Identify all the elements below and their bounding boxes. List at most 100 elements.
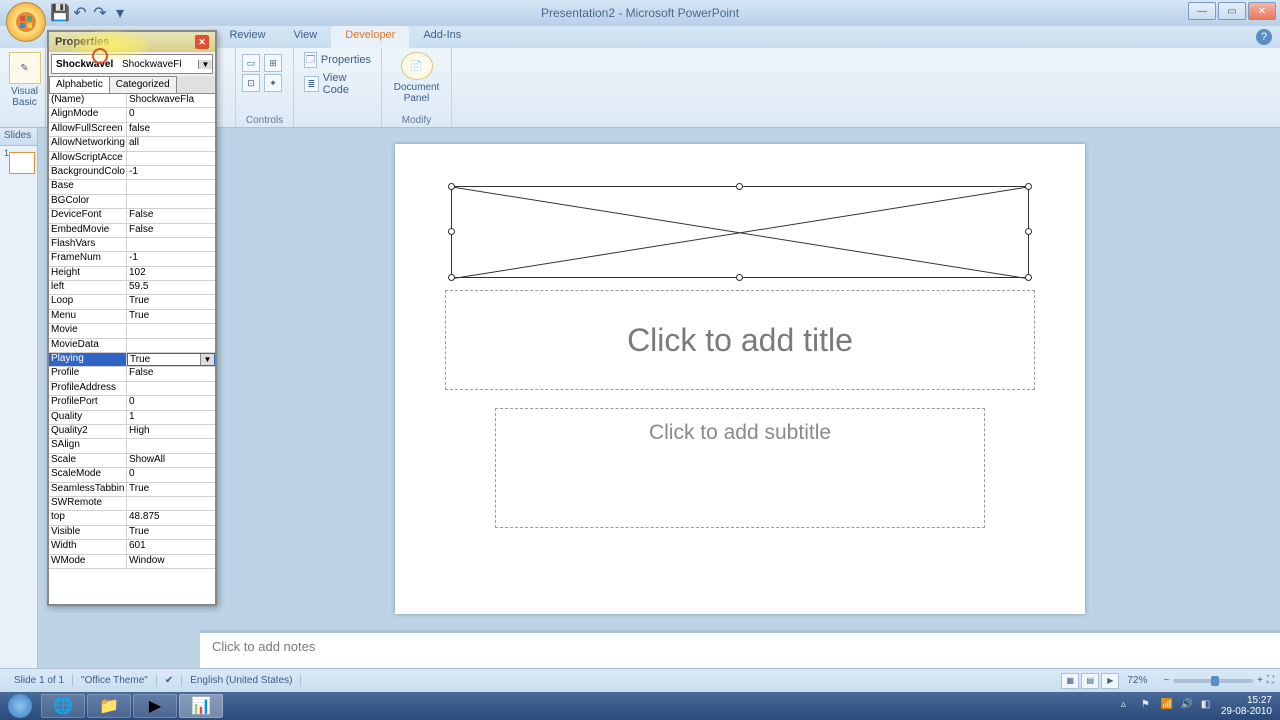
visual-basic-button[interactable]: ✎ Visual Basic <box>10 50 39 110</box>
resize-handle[interactable] <box>448 274 455 281</box>
zoom-out-button[interactable]: − <box>1163 675 1169 686</box>
property-value[interactable]: false <box>127 123 215 136</box>
property-row[interactable]: Width601 <box>49 540 215 554</box>
view-code-button[interactable]: ≣ View Code <box>300 70 375 98</box>
property-value[interactable] <box>127 497 215 510</box>
resize-handle[interactable] <box>736 183 743 190</box>
sidebar-header[interactable]: Slides <box>0 128 37 146</box>
property-value[interactable]: True <box>127 295 215 308</box>
property-row[interactable]: ProfilePort0 <box>49 396 215 410</box>
language[interactable]: English (United States) <box>182 675 301 686</box>
property-row[interactable]: AlignMode0 <box>49 108 215 122</box>
properties-grid[interactable]: (Name)ShockwaveFlaAlignMode0AllowFullScr… <box>49 94 215 604</box>
sorter-view-button[interactable]: ▤ <box>1081 673 1099 689</box>
control-icon[interactable]: ⊡ <box>242 74 260 92</box>
property-row[interactable]: DeviceFontFalse <box>49 209 215 223</box>
property-value[interactable]: True <box>127 310 215 323</box>
redo-icon[interactable]: ↷ <box>92 5 108 21</box>
property-value[interactable] <box>127 439 215 452</box>
spellcheck-icon[interactable]: ✔ <box>157 675 182 686</box>
normal-view-button[interactable]: ▦ <box>1061 673 1079 689</box>
dropdown-arrow-icon[interactable]: ▼ <box>198 60 212 69</box>
property-value[interactable] <box>127 195 215 208</box>
property-row[interactable]: WModeWindow <box>49 555 215 569</box>
property-value[interactable]: 59.5 <box>127 281 215 294</box>
tray-flag-icon[interactable]: ⚑ <box>1141 699 1155 713</box>
resize-handle[interactable] <box>1025 274 1032 281</box>
property-value[interactable]: 0 <box>127 108 215 121</box>
property-row[interactable]: Quality1 <box>49 411 215 425</box>
slide-editor[interactable]: Click to add title Click to add subtitle <box>200 128 1280 630</box>
property-row[interactable]: MenuTrue <box>49 310 215 324</box>
subtitle-placeholder[interactable]: Click to add subtitle <box>495 408 985 528</box>
property-row[interactable]: FrameNum-1 <box>49 252 215 266</box>
help-icon[interactable]: ? <box>1256 29 1272 45</box>
start-button[interactable] <box>0 692 40 720</box>
property-row[interactable]: VisibleTrue <box>49 526 215 540</box>
property-value[interactable]: ShowAll <box>127 454 215 467</box>
control-icon[interactable]: ⊞ <box>264 54 282 72</box>
property-row[interactable]: AllowScriptAcce <box>49 152 215 166</box>
taskbar-media[interactable]: ▶ <box>133 694 177 718</box>
close-button[interactable]: ✕ <box>1248 2 1276 20</box>
property-row[interactable]: Movie <box>49 324 215 338</box>
resize-handle[interactable] <box>448 183 455 190</box>
property-value[interactable]: High <box>127 425 215 438</box>
property-value[interactable]: 48.875 <box>127 511 215 524</box>
properties-close-button[interactable]: ✕ <box>195 35 209 49</box>
property-value[interactable] <box>127 180 215 193</box>
tray-network-icon[interactable]: 📶 <box>1161 699 1175 713</box>
taskbar-explorer[interactable]: 📁 <box>87 694 131 718</box>
shockwave-flash-object[interactable] <box>451 186 1029 278</box>
property-row[interactable]: AllowFullScreenfalse <box>49 123 215 137</box>
property-value[interactable]: 0 <box>127 468 215 481</box>
tab-add-ins[interactable]: Add-Ins <box>409 26 475 48</box>
property-row[interactable]: Quality2High <box>49 425 215 439</box>
property-row[interactable]: ProfileAddress <box>49 382 215 396</box>
property-row[interactable]: Height102 <box>49 267 215 281</box>
property-row[interactable]: (Name)ShockwaveFla <box>49 94 215 108</box>
taskbar-powerpoint[interactable]: 📊 <box>179 694 223 718</box>
property-row[interactable]: AllowNetworkingall <box>49 137 215 151</box>
property-value[interactable]: False <box>127 367 215 380</box>
property-row[interactable]: EmbedMovieFalse <box>49 224 215 238</box>
property-value[interactable]: Window <box>127 555 215 568</box>
property-value[interactable] <box>127 238 215 251</box>
property-row[interactable]: Base <box>49 180 215 194</box>
notes-pane[interactable]: Click to add notes <box>200 630 1280 668</box>
tab-developer[interactable]: Developer <box>331 26 409 48</box>
property-value[interactable]: ShockwaveFla <box>127 94 215 107</box>
property-value[interactable]: -1 <box>127 252 215 265</box>
title-placeholder[interactable]: Click to add title <box>445 290 1035 390</box>
tray-app-icon[interactable]: ◧ <box>1201 699 1215 713</box>
property-value[interactable] <box>127 339 215 352</box>
property-value[interactable]: 102 <box>127 267 215 280</box>
tab-view[interactable]: View <box>280 26 332 48</box>
tray-up-icon[interactable]: ▵ <box>1121 699 1135 713</box>
property-value[interactable]: 601 <box>127 540 215 553</box>
property-value[interactable]: -1 <box>127 166 215 179</box>
property-value[interactable] <box>127 382 215 395</box>
resize-handle[interactable] <box>1025 183 1032 190</box>
property-value[interactable]: True <box>127 483 215 496</box>
fit-to-window-button[interactable]: ⛶ <box>1267 675 1274 686</box>
save-icon[interactable]: 💾 <box>52 5 68 21</box>
taskbar-chrome[interactable]: 🌐 <box>41 694 85 718</box>
zoom-in-button[interactable]: + <box>1257 675 1263 686</box>
tray-volume-icon[interactable]: 🔊 <box>1181 699 1195 713</box>
props-tab-alphabetic[interactable]: Alphabetic <box>49 76 110 93</box>
property-row[interactable]: PlayingTrue▼ <box>49 353 215 367</box>
resize-handle[interactable] <box>448 228 455 235</box>
property-row[interactable]: left59.5 <box>49 281 215 295</box>
control-icon[interactable]: ▭ <box>242 54 260 72</box>
property-row[interactable]: LoopTrue <box>49 295 215 309</box>
slideshow-view-button[interactable]: ▶ <box>1101 673 1119 689</box>
properties-button[interactable]: 🗔 Properties <box>300 50 375 70</box>
office-button[interactable] <box>6 2 46 42</box>
property-value[interactable]: False <box>127 224 215 237</box>
property-value[interactable]: 1 <box>127 411 215 424</box>
property-row[interactable]: MovieData <box>49 339 215 353</box>
property-value[interactable]: True▼ <box>127 353 215 366</box>
dropdown-arrow-icon[interactable]: ▼ <box>200 354 214 365</box>
property-value[interactable] <box>127 324 215 337</box>
